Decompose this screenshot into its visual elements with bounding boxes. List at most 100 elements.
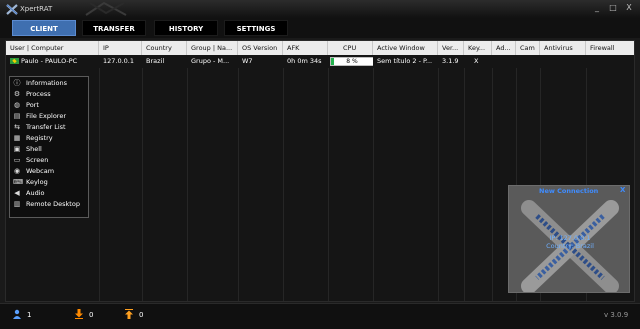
info-icon: ⓘ [13, 79, 21, 87]
cell-country: Brazil [146, 57, 165, 65]
column-divider [238, 68, 239, 301]
column-divider [464, 68, 465, 301]
globe-icon: ◍ [13, 101, 21, 109]
column-divider [492, 68, 493, 301]
column-country[interactable]: Country [142, 41, 187, 55]
column-firewall[interactable]: Firewall [586, 41, 634, 55]
column-divider [438, 68, 439, 301]
speaker-icon: ◀ [14, 189, 20, 197]
column-keylogger[interactable]: Key... [464, 41, 492, 55]
menu-item-transfer-list[interactable]: ⇆ Transfer List [10, 122, 88, 133]
menu-item-informations[interactable]: ⓘ Informations [10, 78, 88, 89]
column-cam[interactable]: Cam [516, 41, 540, 55]
menu-item-label: Webcam [26, 167, 55, 175]
tab-transfer[interactable]: TRANSFER [82, 20, 146, 36]
column-cpu[interactable]: CPU [328, 41, 373, 55]
menu-item-label: File Explorer [26, 112, 67, 120]
column-divider [283, 68, 284, 301]
menu-item-label: Port [26, 101, 39, 109]
menu-item-label: Screen [26, 156, 49, 164]
close-button[interactable]: X [624, 3, 634, 13]
cpu-progress-text: 8 % [346, 58, 358, 65]
menu-item-label: Informations [26, 79, 68, 87]
cell-cam [516, 55, 540, 68]
upload-icon [125, 309, 133, 319]
cell-cpu: 8 % [328, 55, 373, 68]
column-divider [142, 68, 143, 301]
tab-settings[interactable]: SETTINGS [224, 20, 288, 36]
registry-icon: ▦ [13, 134, 21, 142]
maximize-button[interactable]: □ [608, 3, 618, 13]
status-bar: 1 0 0 v 3.0.9 [0, 303, 640, 329]
column-ip[interactable]: IP [99, 41, 142, 55]
window-title: XpertRAT [20, 5, 53, 13]
popup-country: Country: Brazil [546, 242, 594, 250]
menu-item-port[interactable]: ◍ Port [10, 100, 88, 111]
webcam-icon: ◉ [13, 167, 21, 175]
menu-item-label: Registry [26, 134, 53, 142]
title-decoration-icon [85, 1, 127, 16]
column-divider [328, 68, 329, 301]
column-divider [373, 68, 374, 301]
menu-item-label: Shell [26, 145, 42, 153]
cell-group: Grupo - M... [191, 57, 230, 65]
column-divider [99, 68, 100, 301]
cell-ip: 127.0.0.1 [103, 57, 135, 65]
column-admin[interactable]: Ad... [492, 41, 516, 55]
transfer-icon: ⇆ [14, 123, 20, 131]
menu-item-screen[interactable]: ▭ Screen [10, 155, 88, 166]
menu-item-registry[interactable]: ▦ Registry [10, 133, 88, 144]
tab-client[interactable]: CLIENT [12, 20, 76, 36]
menu-item-audio[interactable]: ◀ Audio [10, 188, 88, 199]
monitor-icon: ▭ [13, 156, 21, 164]
column-afk[interactable]: AFK [283, 41, 328, 55]
gear-icon: ⚙ [13, 90, 21, 98]
popup-close-button[interactable]: X [620, 186, 625, 194]
cell-user: Paulo - PAULO-PC [6, 55, 99, 68]
menu-item-label: Audio [26, 189, 45, 197]
uploads-count: 0 [139, 311, 144, 319]
terminal-icon: ▣ [13, 145, 21, 153]
tab-bar: CLIENT TRANSFER HISTORY SETTINGS [0, 18, 640, 38]
cell-active-window: Sem título 2 - P... [377, 57, 433, 65]
downloads-count: 0 [89, 311, 94, 319]
menu-item-remote-desktop[interactable]: ▥ Remote Desktop [10, 199, 88, 210]
menu-item-webcam[interactable]: ◉ Webcam [10, 166, 88, 177]
cell-version: 3.1.9 [442, 57, 459, 65]
remote-desktop-icon: ▥ [13, 200, 21, 208]
column-os-version[interactable]: OS Version [238, 41, 283, 55]
cell-afk: 0h 0m 34s [287, 57, 322, 65]
cell-user-text: Paulo - PAULO-PC [21, 57, 78, 65]
minimize-button[interactable]: _ [592, 3, 602, 13]
column-group[interactable]: Group | Na... [187, 41, 238, 55]
title-bar: XpertRAT _ □ X [0, 0, 640, 18]
cell-os: W7 [242, 57, 253, 65]
menu-item-label: Remote Desktop [26, 200, 80, 208]
new-connection-popup[interactable]: New Connection X IP: 127.0.0.1 Country: … [508, 185, 630, 293]
cell-antivirus [540, 55, 586, 68]
cell-keylogger: X [474, 57, 479, 65]
table-row[interactable]: Paulo - PAULO-PC 127.0.0.1 Brazil Grupo … [6, 55, 634, 68]
column-active-window[interactable]: Active Window [373, 41, 438, 55]
xpertrat-logo-icon [6, 4, 18, 15]
column-user[interactable]: User | Computer [6, 41, 99, 55]
keyboard-icon: ⌨ [13, 178, 24, 186]
version-label: v 3.0.9 [604, 311, 629, 319]
menu-item-label: Process [26, 90, 51, 98]
menu-item-keylog[interactable]: ⌨ Keylog [10, 177, 88, 188]
column-antivirus[interactable]: Antivirus [540, 41, 586, 55]
user-icon [13, 309, 21, 319]
cpu-progress-bar: 8 % [330, 57, 373, 66]
menu-item-process[interactable]: ⚙ Process [10, 89, 88, 100]
menu-item-label: Transfer List [26, 123, 66, 131]
popup-ip: IP: 127.0.0.1 [549, 234, 591, 242]
column-version[interactable]: Ver... [438, 41, 464, 55]
folder-icon: ▤ [13, 112, 21, 120]
column-divider [187, 68, 188, 301]
menu-item-file-explorer[interactable]: ▤ File Explorer [10, 111, 88, 122]
cell-admin [492, 55, 516, 68]
menu-item-shell[interactable]: ▣ Shell [10, 144, 88, 155]
tab-history[interactable]: HISTORY [154, 20, 218, 36]
connected-users-count: 1 [27, 311, 32, 319]
grid-header: User | Computer IP Country Group | Na...… [6, 41, 634, 55]
